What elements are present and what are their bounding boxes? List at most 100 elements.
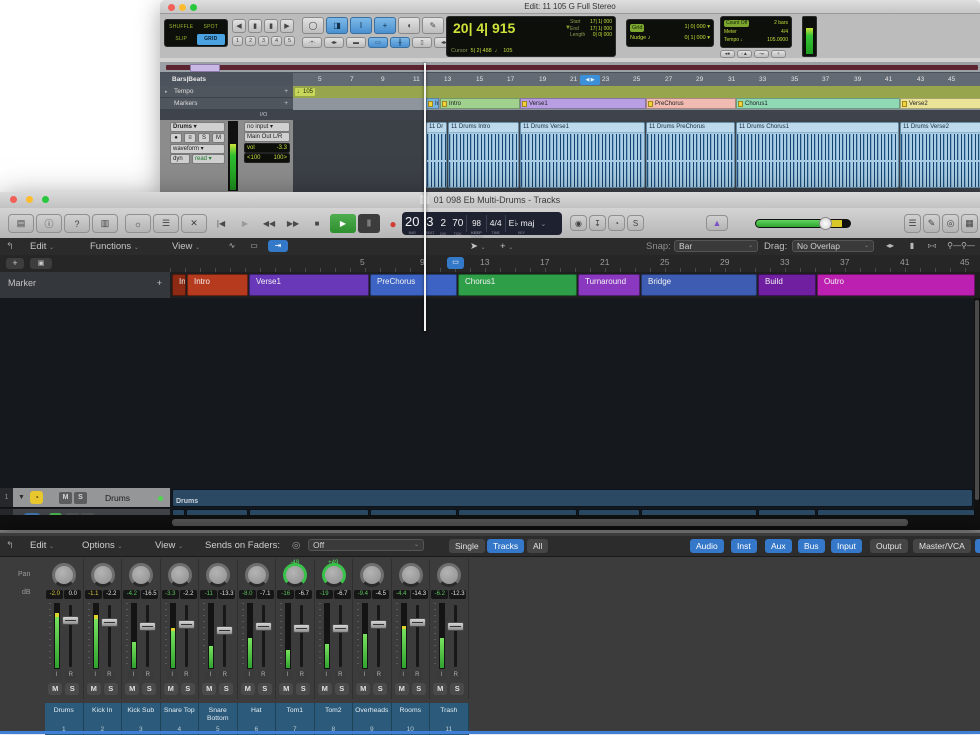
pan-knob[interactable]	[283, 563, 307, 587]
channel-strip[interactable]: -4.4 -14.3 I R	[392, 559, 431, 699]
view-toggle-icon[interactable]: ☰	[153, 214, 179, 233]
grid-mode-button[interactable]: GRID	[197, 34, 226, 45]
fader-cap[interactable]	[370, 620, 387, 629]
pt-collapsed-chip[interactable]	[190, 64, 220, 72]
fader-cap[interactable]	[332, 624, 349, 633]
zoom-sliders[interactable]: ⚲—⚲—	[946, 240, 976, 252]
grid-nudge-panel[interactable]: Grid1| 0| 000 ▾ Nudge ♪0| 1| 000 ▾	[626, 19, 714, 47]
mute-button[interactable]: M	[212, 133, 225, 143]
arrangement-marker[interactable]: PreChorus	[370, 274, 457, 296]
fader-cap[interactable]	[447, 622, 464, 631]
pan-knob[interactable]	[206, 563, 230, 587]
pan-knob[interactable]	[360, 563, 384, 587]
view-toggle-icon[interactable]: ✕	[181, 214, 207, 233]
pause-button[interactable]: ||	[358, 214, 380, 233]
zoom-arrow-button[interactable]: ◀	[232, 19, 246, 33]
mode-toggle-icon[interactable]: ◉	[570, 215, 587, 231]
edit-tool-button[interactable]: I	[350, 17, 372, 34]
record-enable-button[interactable]: R	[181, 671, 192, 680]
arrangement-marker[interactable]: Intr	[172, 274, 186, 296]
fader-cap[interactable]	[178, 620, 195, 629]
edit-tool-small-button[interactable]: ◂▸	[324, 37, 344, 48]
pt-tempo-lane-header[interactable]: ▸ Tempo +	[160, 86, 293, 98]
channel-strip[interactable]: +49 -19 -6.7	[315, 559, 354, 699]
fader-section[interactable]	[199, 603, 237, 669]
solo-button[interactable]: S	[450, 683, 464, 695]
catch-playhead-icon[interactable]: ⇥	[268, 240, 288, 252]
edit-tool-button[interactable]: ◖	[398, 17, 420, 34]
control-bar-icon[interactable]: ▤	[8, 214, 34, 233]
stop-button[interactable]: ■	[306, 214, 328, 233]
solo-button[interactable]: S	[373, 683, 387, 695]
solo-button[interactable]: S	[198, 133, 210, 143]
arrangement-marker[interactable]: Outro	[817, 274, 975, 296]
edit-tool-small-button[interactable]: ▯	[412, 37, 432, 48]
edit-tool-small-button[interactable]: ▭	[368, 37, 388, 48]
arrangement-marker[interactable]: Bridge	[641, 274, 757, 296]
track-view-selector[interactable]: waveform ▾	[170, 144, 225, 154]
pan-knob[interactable]	[399, 563, 423, 587]
zoom-arrow-button[interactable]: ▶	[280, 19, 294, 33]
snap-selector[interactable]: Bar⌄	[674, 240, 758, 252]
channel-type-filter-button[interactable]: Aux	[765, 539, 792, 553]
fader-section[interactable]	[353, 603, 391, 669]
region[interactable]: Drums	[172, 489, 973, 508]
mixer-scope-button[interactable]: Tracks	[487, 539, 524, 553]
pt-marker[interactable]: Verse1	[520, 98, 646, 109]
rewind-button[interactable]: ◀◀	[258, 214, 280, 233]
region-inspector-button[interactable]: ▭	[447, 257, 464, 269]
zoom-preset-button[interactable]: 4	[271, 36, 282, 46]
slip-mode-button[interactable]: SLIP	[167, 34, 196, 45]
lcd-display[interactable]: 20BAR 3BEAT 2DIV 70TICK 98KEEPTEMPO 4/4T…	[402, 212, 562, 235]
mute-button[interactable]: M	[125, 683, 139, 695]
conductor-button[interactable]: ♆	[771, 50, 786, 58]
add-tempo-icon[interactable]: +	[284, 86, 288, 98]
edit-menu[interactable]: Edit ⌄	[30, 241, 54, 252]
solo-button[interactable]: S	[412, 683, 426, 695]
input-monitor-button[interactable]: I	[359, 671, 370, 680]
scrollbar-thumb[interactable]	[975, 300, 979, 500]
fader-cap[interactable]	[62, 616, 79, 625]
audio-clip[interactable]: 11 Drums Chorus1	[736, 122, 899, 188]
record-enable-button[interactable]: R	[296, 671, 307, 680]
pan-knob[interactable]	[322, 563, 346, 587]
fader-section[interactable]	[430, 603, 468, 669]
record-enable-button[interactable]: R	[65, 671, 76, 680]
edit-tool-small-button[interactable]: ·+·	[302, 37, 322, 48]
control-bar-icon[interactable]: ⓘ	[36, 214, 62, 233]
playhead[interactable]	[424, 63, 426, 331]
scrollbar-thumb[interactable]	[172, 519, 908, 526]
solo-button[interactable]: S	[258, 683, 272, 695]
command-tool-menu[interactable]: + ⌄	[500, 241, 513, 252]
sends-on-faders-selector[interactable]: Off⌄	[308, 539, 424, 551]
control-bar-icon[interactable]: ▥	[92, 214, 118, 233]
session-panel[interactable]: Count Off2 bars Meter4/4 Tempo ♩105.0000	[720, 16, 792, 48]
track-volume-readout[interactable]: vol -3.3	[244, 143, 290, 153]
zoom-preset-button[interactable]: 3	[258, 36, 269, 46]
horizontal-scrollbar[interactable]	[0, 515, 980, 531]
fader-cap[interactable]	[139, 622, 156, 631]
track-output-selector[interactable]: Main Out L/R	[244, 132, 290, 142]
main-counter-panel[interactable]: 20| 4| 915 ▼ Start17| 1| 000 End17| 1| 0…	[446, 16, 616, 57]
browser-toggle-icon[interactable]: ◎	[942, 214, 959, 233]
waveform-zoom-icon[interactable]: ◂▸	[880, 240, 900, 252]
midi-merge-button[interactable]: ↝	[754, 50, 769, 58]
mixer-scope-button[interactable]: Single	[449, 539, 485, 553]
audio-clip[interactable]: 11 Drums Verse2	[900, 122, 980, 188]
mute-button[interactable]: M	[202, 683, 216, 695]
logic-titlebar[interactable]: ⬜ 01 098 Eb Multi-Drums - Tracks	[0, 192, 980, 209]
fader-section[interactable]	[315, 603, 353, 669]
fader-cap[interactable]	[216, 626, 233, 635]
arrangement-marker[interactable]: Turnaround	[578, 274, 640, 296]
arrangement-marker[interactable]: Verse1	[249, 274, 369, 296]
go-to-beginning-button[interactable]: |◀	[210, 214, 232, 233]
input-monitor-button[interactable]: I	[90, 671, 101, 680]
fader-cap[interactable]	[255, 622, 272, 631]
arrangement-header[interactable]: Marker +	[0, 272, 170, 298]
input-monitor-button[interactable]: I	[244, 671, 255, 680]
back-icon[interactable]: ↰	[6, 540, 14, 551]
pt-marker[interactable]: Intro	[440, 98, 520, 109]
dyn-selector[interactable]: dyn	[170, 154, 190, 164]
region-edit-icon[interactable]: ▭	[244, 240, 264, 252]
automation-mode-selector[interactable]: read ▾	[192, 154, 225, 164]
